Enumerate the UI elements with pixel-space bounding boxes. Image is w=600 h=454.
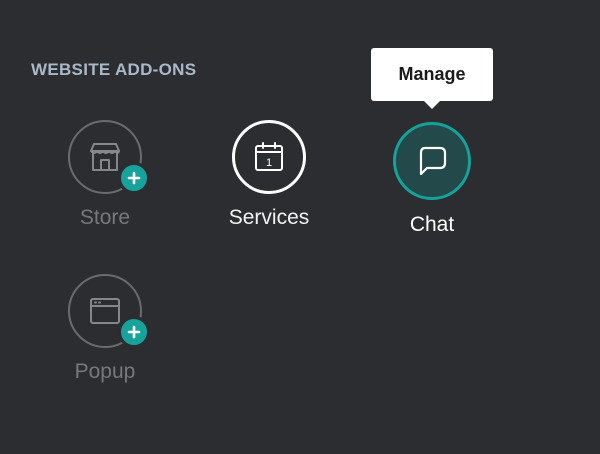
addon-store-circle[interactable] [68,120,150,194]
website-addons-panel: WEBSITE ADD-ONS Store 1 Services Chat Po… [0,0,600,454]
addon-popup-circle[interactable] [68,274,150,348]
addon-chat-label: Chat [409,213,455,236]
plus-icon [127,171,141,185]
add-popup-button[interactable] [118,316,150,348]
plus-icon [127,325,141,339]
addon-chat-circle[interactable] [393,122,471,200]
calendar-icon: 1 [255,142,283,171]
addon-services-circle[interactable]: 1 [232,120,306,194]
store-icon [90,143,120,171]
svg-text:1: 1 [266,157,272,169]
tooltip-arrow [424,101,440,109]
addon-popup[interactable]: Popup [35,274,175,384]
addon-store[interactable]: Store [35,120,175,230]
addon-popup-label: Popup [74,360,136,383]
addon-store-label: Store [79,206,131,229]
chat-bubble-icon [419,146,447,176]
addon-chat[interactable]: Chat [362,122,502,237]
addon-services[interactable]: 1 Services [199,120,339,230]
manage-tooltip[interactable]: Manage [371,48,493,109]
add-store-button[interactable] [118,162,150,194]
popup-window-icon [90,298,120,324]
manage-tooltip-text: Manage [398,64,466,84]
section-title: WEBSITE ADD-ONS [31,60,197,79]
addon-services-label: Services [228,206,310,229]
